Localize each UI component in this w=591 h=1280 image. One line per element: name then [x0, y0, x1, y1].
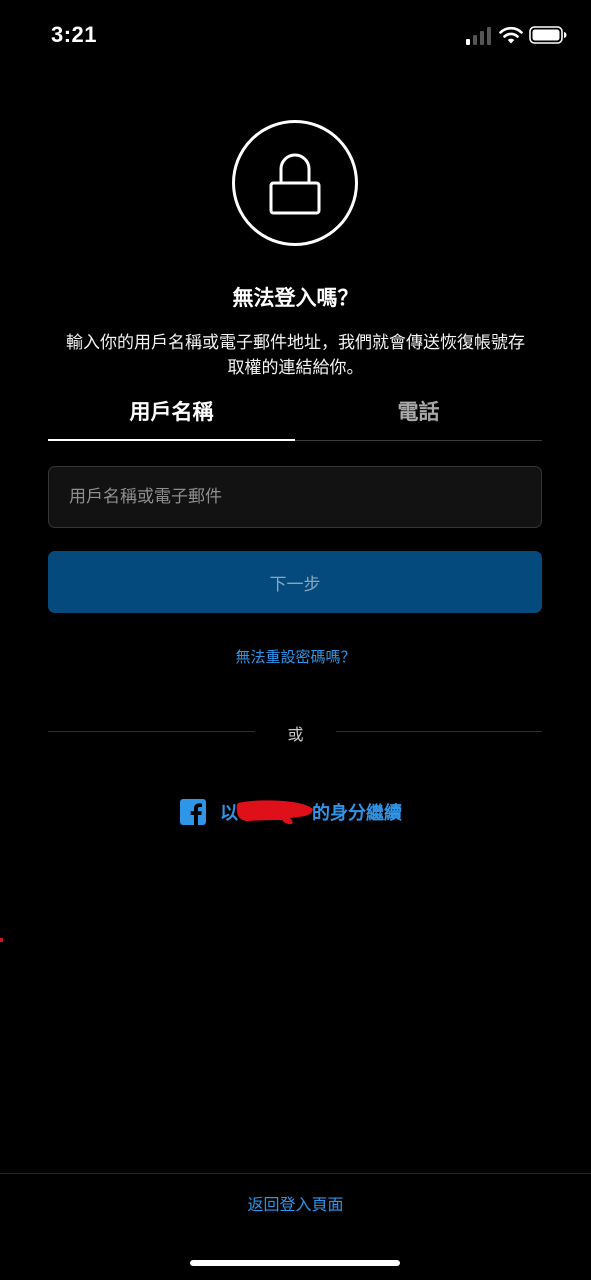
divider-right: [336, 731, 542, 732]
cellular-signal-icon: [466, 27, 491, 45]
footer-divider: [0, 1173, 591, 1174]
next-button-label: 下一步: [269, 574, 321, 595]
edge-mark: [0, 938, 3, 942]
back-to-login-link[interactable]: 返回登入頁面: [0, 1191, 591, 1215]
battery-icon: [529, 26, 567, 44]
facebook-icon: [180, 799, 206, 825]
page-title: 無法登入嗎？: [232, 286, 359, 310]
facebook-continue-suffix: 的身分繼續: [312, 803, 402, 824]
active-tab-indicator: [48, 439, 295, 441]
home-indicator: [190, 1260, 400, 1266]
status-time: 3:21: [51, 22, 98, 47]
tab-username[interactable]: 用戶名稱: [48, 396, 295, 426]
tab-phone[interactable]: 電話: [295, 396, 542, 426]
next-button[interactable]: 下一步: [48, 551, 542, 613]
or-divider-text: 或: [287, 725, 304, 744]
lock-icon: [232, 120, 358, 246]
wifi-icon: [499, 26, 523, 44]
status-bar: 3:21: [0, 0, 591, 70]
continue-with-facebook-button[interactable]: 以 的身分繼續: [180, 797, 402, 827]
cannot-reset-password-link[interactable]: 無法重設密碼嗎？: [0, 646, 591, 667]
divider-left: [48, 731, 255, 732]
username-input-container: [48, 466, 542, 528]
username-or-email-input[interactable]: [49, 467, 541, 527]
redacted-account-name: [236, 800, 313, 825]
instructions-text: 輸入你的用戶名稱或電子郵件地址，我們就會傳送恢復帳號存取權的連結給你。: [66, 333, 525, 378]
